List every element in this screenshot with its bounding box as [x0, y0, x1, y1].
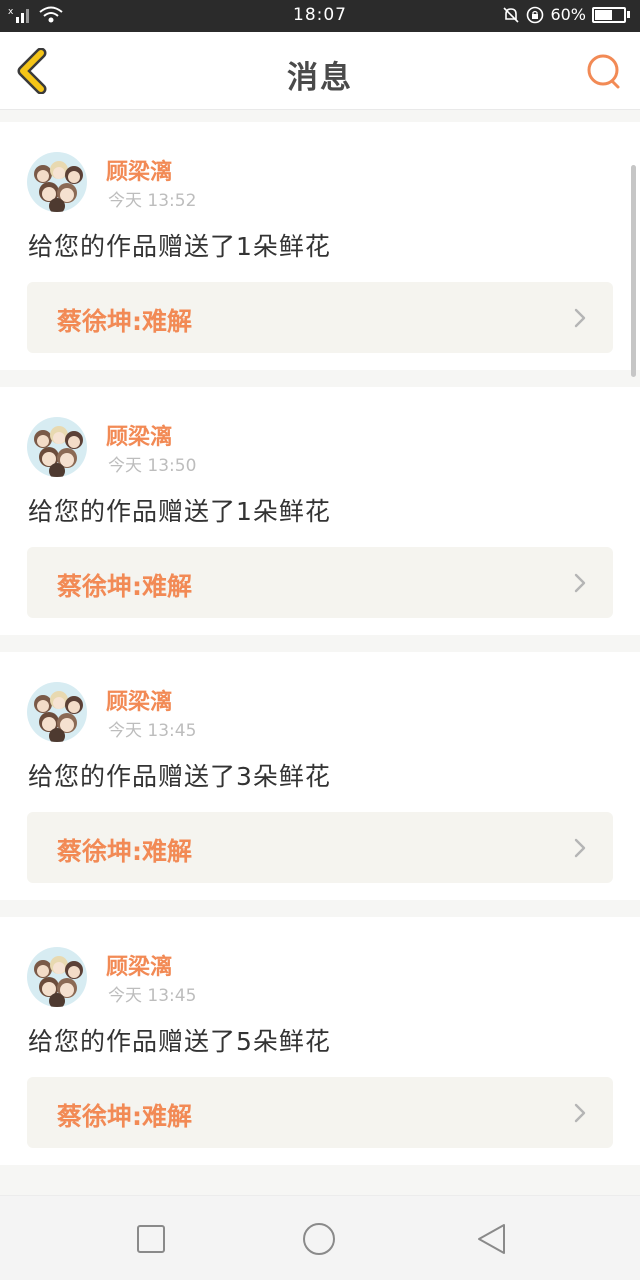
avatar[interactable]: [27, 682, 87, 742]
system-nav-bar: [0, 1195, 640, 1280]
rotation-lock-icon: [527, 6, 544, 23]
message-time: 今天 13:52: [108, 191, 197, 211]
circle-icon: [303, 1223, 335, 1255]
battery-fill: [595, 9, 612, 20]
message-card[interactable]: 顾梁漓今天 13:52 给您的作品赠送了1朵鲜花蔡徐坤:难解: [0, 122, 640, 370]
mute-bell-icon: [503, 6, 520, 23]
scrollbar[interactable]: [631, 165, 636, 377]
message-card[interactable]: 顾梁漓今天 13:45 给您的作品赠送了5朵鲜花蔡徐坤:难解: [0, 917, 640, 1165]
chevron-right-icon: [574, 573, 586, 593]
triangle-back-icon: [478, 1224, 505, 1254]
chevron-wrapper: [573, 837, 587, 859]
work-link[interactable]: 蔡徐坤:难解: [27, 282, 613, 353]
sender-name[interactable]: 顾梁漓: [106, 949, 172, 981]
message-card[interactable]: 顾梁漓今天 13:50 给您的作品赠送了1朵鲜花蔡徐坤:难解: [0, 387, 640, 635]
chevron-right-icon: [574, 1103, 586, 1123]
message-list: 顾梁漓 今天 13:52 给您的作品赠送了1朵鲜花 蔡徐坤:难解 顾梁漓 今天 13:50…: [0, 122, 640, 1195]
status-right: 60%: [502, 5, 630, 24]
page-title: 消息: [287, 60, 353, 96]
search-icon: [587, 54, 620, 89]
work-title: 蔡徐坤:难解: [57, 307, 192, 336]
search-button[interactable]: [584, 52, 624, 92]
sender-name[interactable]: 顾梁漓: [106, 154, 172, 186]
message-time: 今天 13:45: [108, 986, 197, 1006]
work-link[interactable]: 蔡徐坤:难解: [27, 547, 613, 618]
battery-percent: 60%: [550, 5, 586, 24]
work-link[interactable]: 蔡徐坤:难解: [27, 812, 613, 883]
square-icon: [137, 1225, 165, 1253]
message-card[interactable]: 顾梁漓今天 13:45 给您的作品赠送了3朵鲜花蔡徐坤:难解: [0, 652, 640, 900]
chevron-wrapper: [573, 1102, 587, 1124]
message-text: 给您的作品赠送了3朵鲜花: [28, 762, 331, 791]
message-text: 给您的作品赠送了5朵鲜花: [28, 1027, 331, 1056]
home-button[interactable]: [302, 1222, 336, 1256]
header-bar: 消息: [0, 32, 640, 110]
chevron-wrapper: [573, 572, 587, 594]
recent-apps-button[interactable]: [134, 1222, 168, 1256]
chevron-right-icon: [574, 838, 586, 858]
work-title: 蔡徐坤:难解: [57, 572, 192, 601]
chevron-wrapper: [573, 307, 587, 329]
message-text: 给您的作品赠送了1朵鲜花: [28, 497, 331, 526]
status-bar: x 18:07 60%: [0, 0, 640, 32]
work-title: 蔡徐坤:难解: [57, 837, 192, 866]
avatar[interactable]: [27, 417, 87, 477]
chevron-right-icon: [574, 308, 586, 328]
avatar[interactable]: [27, 947, 87, 1007]
system-back-button[interactable]: [474, 1222, 508, 1256]
sender-name[interactable]: 顾梁漓: [106, 684, 172, 716]
message-time: 今天 13:45: [108, 721, 197, 741]
avatar[interactable]: [27, 152, 87, 212]
work-title: 蔡徐坤:难解: [57, 1102, 192, 1131]
message-text: 给您的作品赠送了1朵鲜花: [28, 232, 331, 261]
sender-name[interactable]: 顾梁漓: [106, 419, 172, 451]
battery-tip: [627, 11, 630, 18]
battery-icon: [592, 6, 626, 23]
work-link[interactable]: 蔡徐坤:难解: [27, 1077, 613, 1148]
message-time: 今天 13:50: [108, 456, 197, 476]
